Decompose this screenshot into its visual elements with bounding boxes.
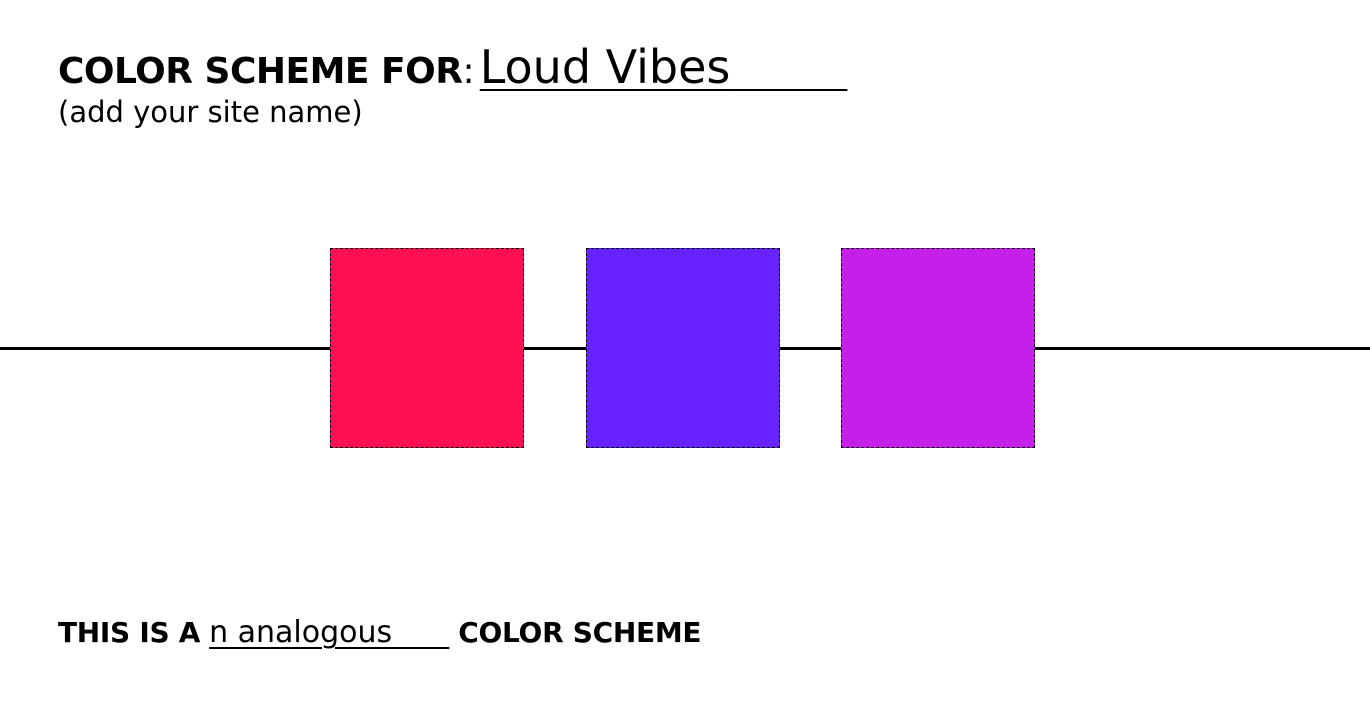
color-swatch-2[interactable] (586, 248, 780, 448)
site-name-field[interactable]: Loud Vibes (480, 40, 731, 94)
scheme-prefix: THIS IS A (58, 616, 201, 649)
color-swatch-1[interactable] (330, 248, 524, 448)
title-colon: : (462, 51, 475, 92)
scheme-type-statement: THIS IS A n analogous COLOR SCHEME (58, 615, 702, 650)
color-swatch-3[interactable] (841, 248, 1035, 448)
scheme-type-field[interactable]: n analogous (209, 615, 449, 650)
scheme-suffix: COLOR SCHEME (458, 616, 702, 649)
title-label: COLOR SCHEME FOR (58, 51, 463, 92)
page-title: COLOR SCHEME FOR: Loud Vibes (58, 40, 847, 94)
subtitle-hint: (add your site name) (58, 95, 363, 129)
site-name-blank (730, 40, 847, 94)
